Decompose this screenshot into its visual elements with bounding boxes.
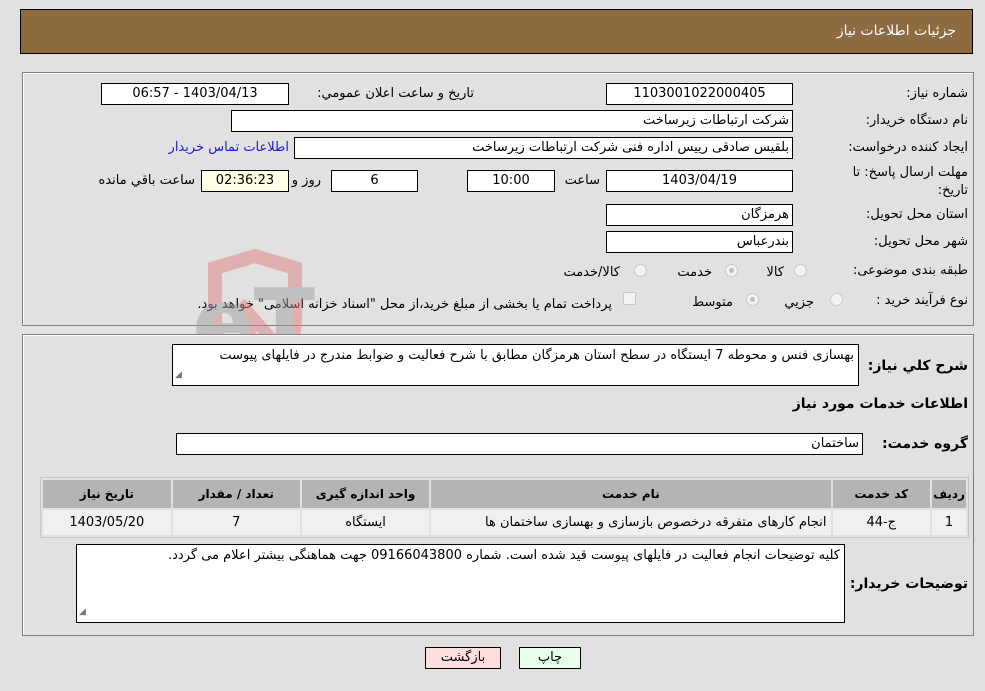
cell-quantity: 7 [172, 510, 300, 535]
treasury-checkbox[interactable] [623, 292, 636, 305]
category-option-goods: کالا [766, 265, 784, 280]
process-radio-minor[interactable] [830, 293, 843, 306]
category-radio-goods-service[interactable] [634, 264, 647, 277]
services-table: ردیف کد خدمت نام خدمت واحد اندازه گیری ت… [40, 477, 969, 538]
cell-unit: ایستگاه [301, 510, 430, 535]
deadline-time-field[interactable]: 10:00 [467, 170, 555, 192]
back-button[interactable]: بازگشت [425, 647, 501, 669]
creator-field[interactable]: بلقیس صادقی رییس اداره فنی شرکت ارتباطات… [294, 137, 793, 159]
need-number-field[interactable]: 1103001022000405 [606, 83, 793, 105]
category-option-service: خدمت [677, 265, 712, 280]
buyer-notes-label: توضیحات خریدار: [849, 576, 968, 592]
days-remaining-field: 6 [331, 170, 418, 192]
table-row: 1 ج-44 انجام کارهای متفرقه درخصوص بازساز… [43, 510, 966, 535]
process-label: نوع فرآیند خرید : [876, 293, 968, 308]
need-number-label: شماره نیاز: [906, 86, 968, 101]
resize-grip-icon[interactable]: ◢ [175, 366, 182, 384]
summary-label: شرح كلي نياز: [867, 358, 968, 374]
services-heading: اطلاعات خدمات مورد نیاز [792, 396, 968, 412]
process-option-medium: متوسط [692, 295, 733, 310]
cell-service-name: انجام کارهای متفرقه درخصوص بازسازی و بهس… [431, 510, 831, 535]
table-header-row: ردیف کد خدمت نام خدمت واحد اندازه گیری ت… [43, 480, 966, 508]
category-radio-goods[interactable] [794, 264, 807, 277]
col-header-need-date: تاریخ نیاز [43, 480, 171, 508]
page-title-bar: جزئیات اطلاعات نیاز [20, 9, 973, 54]
buyer-notes-text: کلیه توضیحات انجام فعالیت در فایلهای پیو… [168, 548, 840, 563]
service-group-label: گروه خدمت: [882, 436, 968, 452]
announce-label: تاریخ و ساعت اعلان عمومي: [317, 86, 474, 101]
deadline-date-field[interactable]: 1403/04/19 [606, 170, 793, 192]
col-header-quantity: تعداد / مقدار [172, 480, 300, 508]
days-label: روز و [291, 173, 321, 188]
creator-label: ایجاد کننده درخواست: [848, 140, 968, 155]
col-header-row-no: ردیف [932, 480, 966, 508]
province-label: استان محل تحویل: [866, 207, 968, 222]
deadline-label-line2: تاریخ: [937, 183, 968, 198]
page-title: جزئیات اطلاعات نیاز [836, 23, 956, 39]
summary-text: بهسازی فنس و محوطه 7 ایستگاه در سطح استا… [219, 348, 854, 363]
print-button[interactable]: چاپ [519, 647, 581, 669]
service-group-field[interactable]: ساختمان [176, 433, 863, 455]
process-radio-medium[interactable] [746, 293, 759, 306]
time-remaining-label: ساعت باقي مانده [98, 173, 195, 188]
buyer-notes-textarea[interactable]: کلیه توضیحات انجام فعالیت در فایلهای پیو… [76, 544, 845, 623]
summary-textarea[interactable]: بهسازی فنس و محوطه 7 ایستگاه در سطح استا… [172, 344, 859, 386]
col-header-service-code: کد خدمت [832, 480, 931, 508]
announce-datetime-field[interactable]: 1403/04/13 - 06:57 [101, 83, 289, 105]
col-header-unit: واحد اندازه گیری [301, 480, 430, 508]
city-field[interactable]: بندرعباس [606, 231, 793, 253]
cell-need-date: 1403/05/20 [43, 510, 171, 535]
category-label: طبقه بندی موضوعی: [852, 263, 968, 278]
col-header-service-name: نام خدمت [431, 480, 831, 508]
resize-grip-icon[interactable]: ◢ [79, 603, 86, 621]
city-label: شهر محل تحویل: [873, 234, 968, 249]
buyer-org-field[interactable]: شرکت ارتباطات زیرساخت [231, 110, 793, 132]
province-field[interactable]: هرمزگان [606, 204, 793, 226]
deadline-time-label: ساعت [564, 173, 600, 188]
cell-row-no: 1 [932, 510, 966, 535]
treasury-text: پرداخت تمام یا بخشی از مبلغ خرید،از محل … [197, 297, 612, 312]
buyer-contact-link[interactable]: اطلاعات تماس خریدار [169, 140, 289, 155]
buyer-org-label: نام دستگاه خریدار: [865, 113, 968, 128]
cell-service-code: ج-44 [832, 510, 931, 535]
category-option-goods-service: کالا/خدمت [563, 265, 620, 280]
category-radio-service[interactable] [725, 264, 738, 277]
process-option-minor: جزيي [784, 295, 814, 310]
deadline-label-line1: مهلت ارسال پاسخ: تا [852, 165, 968, 180]
time-remaining-field: 02:36:23 [201, 170, 289, 192]
